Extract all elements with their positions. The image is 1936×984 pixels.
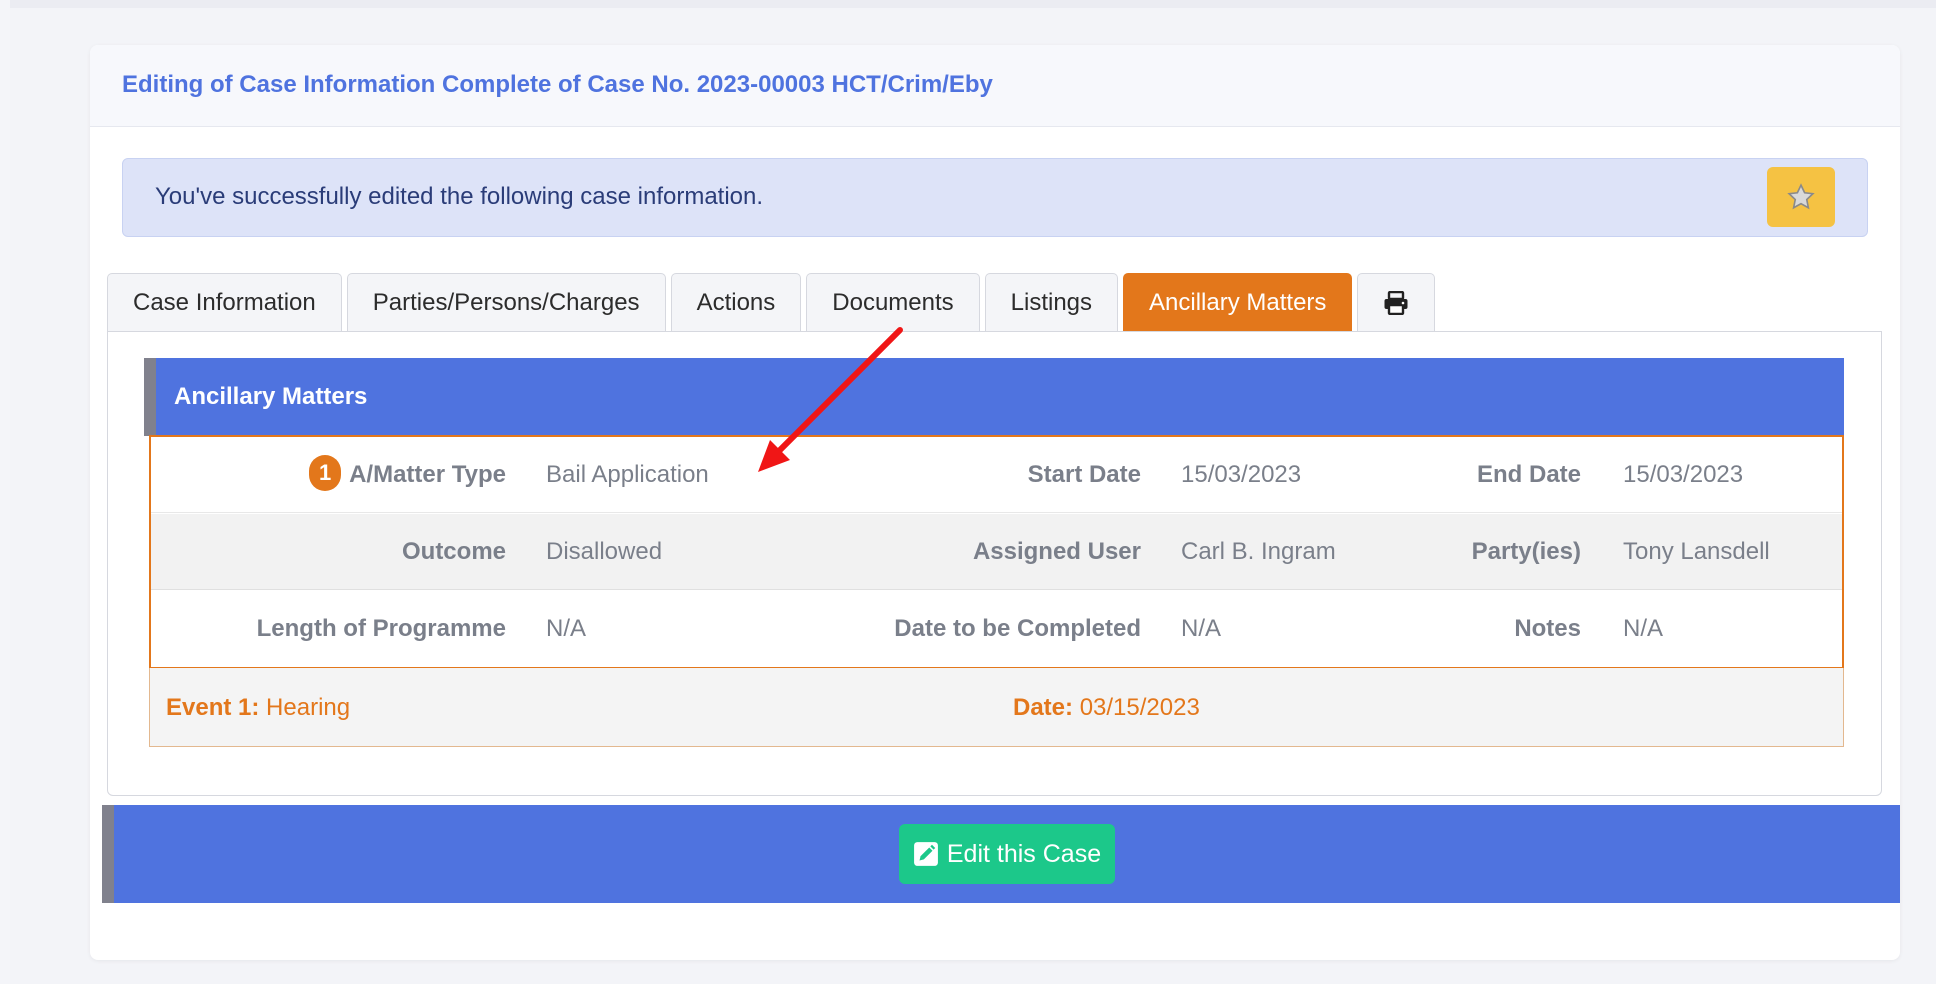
event-value: Hearing bbox=[266, 694, 351, 721]
completion-date-label: Date to be Completed bbox=[894, 615, 1141, 642]
ancillary-matters-panel: Ancillary Matters 1 A/Matter Type Bail Ap… bbox=[107, 331, 1882, 796]
parties-label: Party(ies) bbox=[1471, 538, 1581, 565]
success-alert: You've successfully edited the following… bbox=[122, 158, 1868, 237]
tab-listings[interactable]: Listings bbox=[984, 273, 1119, 332]
tab-actions[interactable]: Actions bbox=[670, 273, 802, 332]
section-header: Ancillary Matters bbox=[144, 358, 1844, 436]
tab-parties-persons-charges[interactable]: Parties/Persons/Charges bbox=[346, 273, 666, 332]
completion-date-value: N/A bbox=[1181, 615, 1222, 642]
notes-label: Notes bbox=[1514, 615, 1581, 642]
ancillary-matter-details: 1 A/Matter Type Bail Application Start Da… bbox=[149, 435, 1844, 668]
edit-case-button[interactable]: Edit this Case bbox=[898, 824, 1116, 884]
card-header: Editing of Case Information Complete of … bbox=[90, 45, 1900, 127]
programme-length-label: Length of Programme bbox=[256, 615, 506, 642]
assigned-user-value: Carl B. Ingram bbox=[1181, 538, 1336, 565]
favorite-button[interactable] bbox=[1767, 167, 1835, 227]
event-date-label: Date: bbox=[1013, 694, 1074, 721]
event-date-value: 03/15/2023 bbox=[1079, 694, 1200, 721]
detail-row: Outcome Disallowed Assigned User Carl B.… bbox=[151, 514, 1842, 590]
event-row: Event 1: Hearing Date: 03/15/2023 bbox=[149, 668, 1844, 747]
event-date: Date: 03/15/2023 bbox=[1013, 694, 1200, 722]
matter-number-badge: 1 bbox=[309, 454, 342, 491]
tab-documents[interactable]: Documents bbox=[806, 273, 980, 332]
programme-length-value: N/A bbox=[546, 615, 587, 642]
matter-type-label-text: A/Matter Type bbox=[349, 461, 506, 488]
footer-bar: Edit this Case bbox=[102, 805, 1900, 903]
detail-row: 1 A/Matter Type Bail Application Start Da… bbox=[151, 437, 1842, 513]
edit-case-label: Edit this Case bbox=[946, 839, 1102, 868]
detail-row: Length of Programme N/A Date to be Compl… bbox=[151, 591, 1842, 667]
start-date-label: Start Date bbox=[1027, 461, 1141, 488]
print-icon bbox=[1384, 291, 1408, 315]
end-date-label: End Date bbox=[1476, 461, 1581, 488]
matter-type-label: 1 A/Matter Type bbox=[151, 437, 506, 513]
assigned-user-label: Assigned User bbox=[972, 538, 1141, 565]
star-icon bbox=[1787, 183, 1815, 210]
event-label: Event 1: bbox=[166, 694, 260, 721]
notes-value: N/A bbox=[1623, 615, 1664, 642]
alert-message: You've successfully edited the following… bbox=[155, 183, 764, 210]
start-date-value: 15/03/2023 bbox=[1181, 461, 1302, 488]
outcome-label: Outcome bbox=[401, 538, 506, 565]
parties-value: Tony Lansdell bbox=[1623, 538, 1770, 565]
tab-print[interactable] bbox=[1357, 273, 1436, 332]
case-tabs: Case Information Parties/Persons/Charges… bbox=[107, 273, 1440, 332]
event-info: Event 1: Hearing bbox=[166, 694, 350, 722]
outcome-value: Disallowed bbox=[546, 538, 663, 565]
tab-case-information[interactable]: Case Information bbox=[107, 273, 342, 332]
tab-ancillary-matters[interactable]: Ancillary Matters bbox=[1123, 273, 1353, 332]
page-title: Editing of Case Information Complete of … bbox=[122, 71, 993, 98]
edit-icon bbox=[913, 841, 939, 867]
case-edit-card: Editing of Case Information Complete of … bbox=[90, 45, 1900, 960]
matter-type-value: Bail Application bbox=[546, 461, 709, 488]
end-date-value: 15/03/2023 bbox=[1623, 461, 1744, 488]
